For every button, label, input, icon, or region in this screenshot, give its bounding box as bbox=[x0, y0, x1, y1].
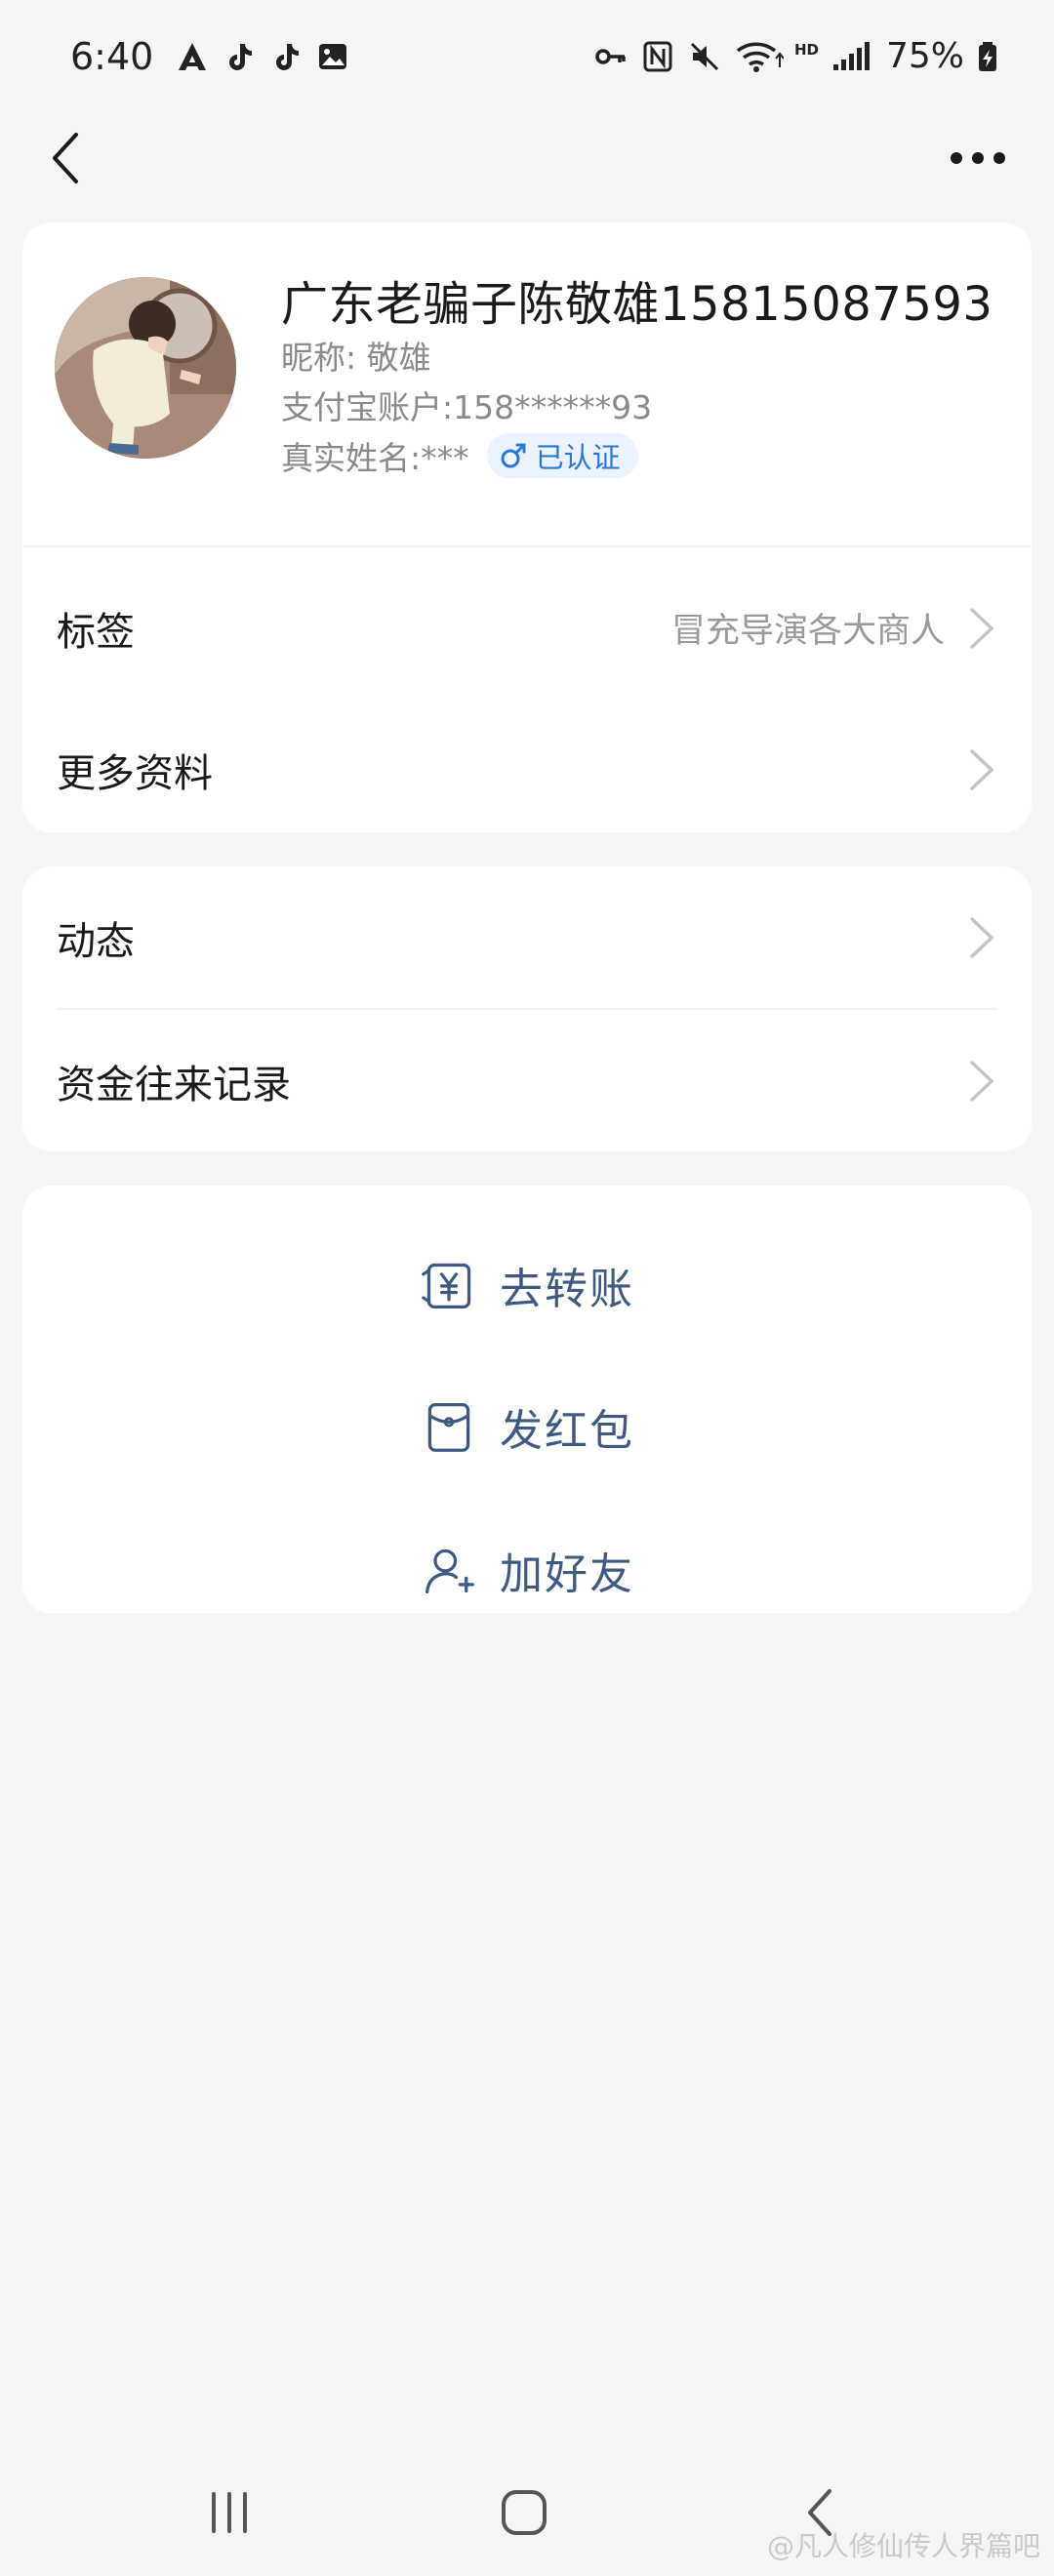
battery-percent: 75% bbox=[885, 36, 964, 76]
chevron-right-icon bbox=[964, 745, 997, 794]
chevron-right-icon bbox=[964, 1057, 997, 1106]
red-packet-label: 发红包 bbox=[500, 1406, 634, 1456]
red-packet-icon bbox=[420, 1397, 478, 1456]
home-button[interactable] bbox=[480, 2469, 568, 2556]
row-more-info[interactable]: 更多资料 bbox=[22, 699, 1032, 832]
more-button[interactable] bbox=[939, 124, 1017, 192]
profile-card: 广东老骗子陈敬雄15815087593 昵称: 敬雄 支付宝账户:158****… bbox=[22, 222, 1032, 832]
profile-header: 广东老骗子陈敬雄15815087593 昵称: 敬雄 支付宝账户:158****… bbox=[22, 222, 1032, 547]
recent-apps-button[interactable] bbox=[185, 2469, 273, 2556]
nav-bar bbox=[0, 112, 1054, 205]
battery-icon bbox=[968, 37, 1007, 76]
chevron-right-icon bbox=[964, 913, 997, 962]
tiktok-icon bbox=[266, 37, 305, 76]
profile-realname: 真实姓名:*** bbox=[281, 439, 469, 477]
nfc-icon bbox=[638, 37, 677, 76]
red-packet-button[interactable]: 发红包 bbox=[22, 1368, 1032, 1485]
row-funds[interactable]: 资金往来记录 bbox=[22, 1010, 1032, 1151]
activity-card: 动态 资金往来记录 bbox=[22, 866, 1032, 1151]
chevron-right-icon bbox=[964, 604, 997, 653]
back-button[interactable] bbox=[37, 124, 96, 192]
row-tags[interactable]: 标签 冒充导演各大商人 bbox=[22, 557, 1032, 699]
watermark: @凡人修仙传人界篇吧 bbox=[766, 2530, 1040, 2562]
add-friend-label: 加好友 bbox=[500, 1550, 634, 1599]
status-bar: 6:40 HD 75% bbox=[0, 0, 1054, 112]
wifi-icon bbox=[732, 37, 787, 76]
actions-card: 去转账 发红包 加好友 bbox=[22, 1186, 1032, 1613]
key-icon bbox=[591, 37, 630, 76]
male-icon bbox=[501, 443, 526, 468]
profile-nickname: 昵称: 敬雄 bbox=[281, 339, 431, 377]
profile-realname-row: 真实姓名:*** 已认证 bbox=[281, 432, 638, 479]
tags-value: 冒充导演各大商人 bbox=[670, 612, 945, 651]
tags-label: 标签 bbox=[57, 609, 135, 655]
recent-apps-icon bbox=[212, 2492, 247, 2533]
row-moments[interactable]: 动态 bbox=[22, 866, 1032, 1008]
gallery-icon bbox=[313, 37, 352, 76]
profile-name: 广东老骗子陈敬雄15815087593 bbox=[281, 277, 993, 332]
chevron-left-icon bbox=[53, 133, 78, 183]
verified-badge: 已认证 bbox=[486, 433, 638, 478]
add-user-icon bbox=[420, 1541, 478, 1599]
home-icon bbox=[502, 2490, 547, 2535]
status-right: HD 75% bbox=[591, 36, 1007, 76]
svg-text:HD: HD bbox=[794, 41, 819, 59]
a-icon bbox=[173, 37, 212, 76]
moments-label: 动态 bbox=[57, 918, 135, 964]
transfer-label: 去转账 bbox=[500, 1265, 634, 1314]
profile-account: 支付宝账户:158******93 bbox=[281, 388, 653, 426]
transfer-yuan-icon bbox=[420, 1256, 478, 1314]
avatar[interactable] bbox=[55, 277, 236, 459]
status-time: 6:40 bbox=[70, 34, 154, 78]
funds-label: 资金往来记录 bbox=[57, 1062, 291, 1107]
mute-icon bbox=[685, 37, 724, 76]
avatar-illustration bbox=[55, 277, 236, 459]
verified-label: 已认证 bbox=[535, 441, 621, 474]
tiktok-icon bbox=[220, 37, 259, 76]
hd-signal-icon: HD bbox=[794, 37, 872, 76]
more-info-label: 更多资料 bbox=[57, 750, 213, 796]
add-friend-button[interactable]: 加好友 bbox=[22, 1511, 1032, 1613]
status-left: 6:40 bbox=[70, 35, 360, 78]
transfer-button[interactable]: 去转账 bbox=[22, 1227, 1032, 1344]
more-dots-icon bbox=[951, 152, 1005, 164]
